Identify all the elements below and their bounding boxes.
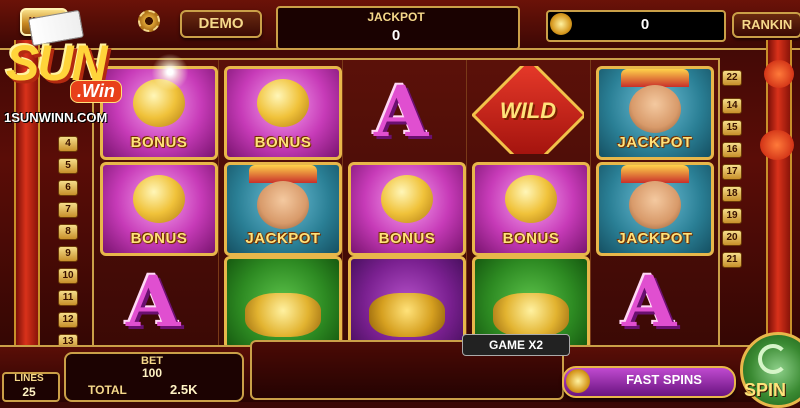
- total-value: 2.5K: [170, 382, 198, 397]
- payline-marker[interactable]: 5: [58, 158, 78, 174]
- symbol-label: JACKPOT: [617, 230, 693, 247]
- game-multiplier-badge: GAME X2: [462, 334, 570, 356]
- balance-value: 0: [640, 16, 650, 33]
- symbol-label: BONUS: [130, 134, 188, 151]
- right-payline-column: 22 14 15 16 17 18 19 20 21: [722, 70, 744, 274]
- payline-marker[interactable]: 8: [58, 224, 78, 240]
- reel-4: WILD BONUS: [466, 60, 591, 350]
- payline-marker[interactable]: 18: [722, 186, 742, 202]
- reel-5: JACKPOT JACKPOT A: [590, 60, 714, 348]
- fortune-god-icon: [629, 85, 681, 133]
- lantern-icon: [760, 130, 794, 160]
- lucky-cat-icon: [257, 79, 309, 127]
- payline-marker[interactable]: 10: [58, 268, 78, 284]
- payline-marker[interactable]: 21: [722, 252, 742, 268]
- reel-2: BONUS JACKPOT: [218, 60, 343, 350]
- symbol-label: BONUS: [254, 134, 312, 151]
- lucky-cat-icon: [381, 175, 433, 223]
- jackpot-god-symbol: JACKPOT: [596, 66, 714, 160]
- payline-marker[interactable]: 12: [58, 312, 78, 328]
- payline-marker[interactable]: 22: [722, 70, 742, 86]
- ranking-button[interactable]: RANKIN: [732, 12, 800, 38]
- letter-a-symbol: A: [348, 66, 460, 154]
- spin-swirl-icon: [758, 344, 788, 374]
- symbol-label: BONUS: [378, 230, 436, 247]
- letter-a-symbol: A: [596, 256, 708, 344]
- symbol-label: BONUS: [502, 230, 560, 247]
- sparkle-icon: [150, 52, 190, 92]
- reel-grid: BONUS BONUS A BONUS JACKPOT A BONUS WILD…: [92, 58, 720, 350]
- jackpot-god-symbol: JACKPOT: [596, 162, 714, 256]
- left-payline-column: 4 5 6 7 8 9 10 11 12 13: [58, 136, 80, 356]
- jackpot-god-symbol: JACKPOT: [224, 162, 342, 256]
- lucky-cat-icon: [505, 175, 557, 223]
- gold-toad-icon: [493, 293, 569, 337]
- balance-coin-icon: [550, 13, 572, 35]
- bonus-cat-symbol: BONUS: [224, 66, 342, 160]
- letter-a-glyph: A: [126, 260, 181, 343]
- symbol-label: JACKPOT: [617, 134, 693, 151]
- bonus-cat-symbol: BONUS: [100, 162, 218, 256]
- symbol-label: BONUS: [130, 230, 188, 247]
- payline-marker[interactable]: 15: [722, 120, 742, 136]
- bet-value[interactable]: 100: [64, 366, 240, 380]
- gold-toad-symbol: [224, 256, 342, 350]
- payline-marker[interactable]: 11: [58, 290, 78, 306]
- coins-symbol: [348, 256, 466, 350]
- demo-button[interactable]: DEMO: [180, 10, 262, 38]
- payline-marker[interactable]: 17: [722, 164, 742, 180]
- payline-marker[interactable]: 9: [58, 246, 78, 262]
- payline-marker[interactable]: 7: [58, 202, 78, 218]
- fortune-god-icon: [257, 181, 309, 229]
- gold-toad-icon: [245, 293, 321, 337]
- right-pillar: [766, 40, 792, 370]
- fast-spins-label[interactable]: FAST SPINS: [600, 372, 728, 387]
- fast-spins-coin-icon: [566, 369, 590, 393]
- symbol-label: JACKPOT: [245, 230, 321, 247]
- fortune-god-icon: [629, 181, 681, 229]
- bonus-cat-symbol: BONUS: [348, 162, 466, 256]
- payline-marker[interactable]: 4: [58, 136, 78, 152]
- jackpot-value: 0: [391, 27, 401, 44]
- bonus-cat-symbol: BONUS: [472, 162, 590, 256]
- lines-label: LINES: [14, 373, 44, 384]
- wild-symbol: WILD: [472, 66, 584, 154]
- sunwin-logo: SUN .Win 1SUNWINN.COM: [0, 9, 190, 134]
- letter-a-symbol: A: [100, 256, 212, 344]
- symbol-label: WILD: [499, 98, 557, 123]
- spin-label[interactable]: SPIN: [744, 380, 786, 401]
- lines-value[interactable]: 25: [2, 385, 56, 399]
- total-label: TOTAL: [88, 383, 127, 397]
- payline-marker[interactable]: 6: [58, 180, 78, 196]
- chinese-coins-icon: [369, 293, 445, 337]
- payline-marker[interactable]: 16: [722, 142, 742, 158]
- payline-marker[interactable]: 14: [722, 98, 742, 114]
- payline-marker[interactable]: 20: [722, 230, 742, 246]
- lucky-cat-icon: [133, 175, 185, 223]
- logo-sub-text: .Win: [70, 80, 122, 103]
- lantern-icon: [764, 60, 794, 88]
- letter-a-glyph: A: [622, 260, 677, 343]
- reel-3: A BONUS: [342, 60, 467, 350]
- logo-url-text: 1SUNWINN.COM: [4, 110, 108, 125]
- jackpot-label: JACKPOT: [367, 10, 425, 24]
- payline-marker[interactable]: 19: [722, 208, 742, 224]
- letter-a-glyph: A: [374, 70, 429, 153]
